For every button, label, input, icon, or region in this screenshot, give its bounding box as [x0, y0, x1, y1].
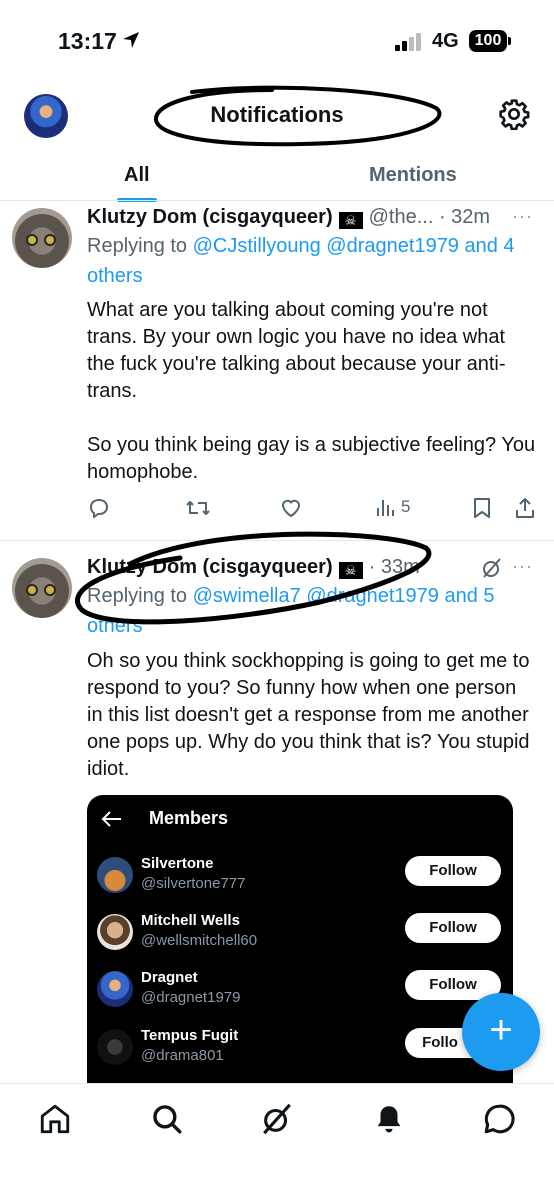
more-options-icon[interactable]: ··· — [512, 206, 533, 227]
views-icon — [377, 500, 394, 516]
member-row: Dragnet @dragnet1979 Follow — [87, 967, 513, 1021]
plus-icon: + — [489, 1008, 513, 1052]
compose-button[interactable]: + — [462, 993, 540, 1071]
status-time: 13:17 — [58, 28, 117, 54]
post-text: What are you talking about coming you're… — [87, 299, 506, 402]
more-options-icon[interactable]: ··· — [512, 556, 533, 577]
signal-icon — [395, 33, 425, 51]
gear-icon[interactable] — [498, 98, 530, 130]
like-icon[interactable] — [279, 496, 303, 520]
share-icon[interactable] — [513, 496, 537, 520]
bookmark-icon[interactable] — [471, 496, 493, 520]
members-title: Members — [149, 808, 229, 828]
back-arrow-icon — [101, 811, 121, 827]
post-actions: 5 — [87, 496, 547, 526]
avatar — [97, 1029, 133, 1065]
member-name: Mitchell Wells — [141, 912, 240, 929]
notification-post[interactable]: Klutzy Dom (cisgayqueer) ☠ @the... · 32m ·… — [0, 200, 554, 540]
home-icon[interactable] — [38, 1102, 72, 1136]
header: Notifications All Mentions — [0, 80, 554, 202]
post-text: Oh so you think sockhopping is going to … — [87, 650, 530, 780]
notification-tabs: All Mentions — [0, 156, 554, 202]
page-title: Notifications — [210, 102, 344, 127]
messages-icon[interactable] — [482, 1102, 516, 1136]
reply-icon[interactable] — [87, 496, 111, 520]
post-text-paragraph-2: So you think being gay is a subjective f… — [87, 434, 536, 483]
reply-context: Replying to @CJstillyoung @dragnet1979 a… — [87, 231, 537, 291]
follow-button: Follow — [405, 913, 501, 943]
member-handle: @drama801 — [141, 1047, 224, 1064]
member-name: Silvertone — [141, 855, 214, 872]
location-arrow-icon — [123, 32, 139, 48]
avatar[interactable] — [12, 558, 72, 618]
post-time: · 32m — [438, 206, 491, 228]
avatar — [97, 914, 133, 950]
avatar — [97, 971, 133, 1007]
member-handle: @dragnet1979 — [141, 989, 241, 1006]
handdrawn-circle-annotation — [75, 531, 432, 625]
author-name[interactable]: Klutzy Dom (cisgayqueer) — [87, 206, 333, 228]
post-author-row: Klutzy Dom (cisgayqueer) ☠ @the... · 32m — [87, 206, 490, 229]
status-bar: 13:17 4G 100 — [0, 0, 554, 80]
grok-icon[interactable] — [260, 1102, 294, 1136]
member-name: Tempus Fugit — [141, 1027, 239, 1044]
member-name: Dragnet — [141, 969, 198, 986]
pirate-flag-icon: ☠ — [338, 212, 363, 229]
avatar[interactable] — [12, 208, 72, 268]
views-stat[interactable]: 5 — [375, 496, 410, 518]
repost-icon[interactable] — [185, 496, 211, 520]
views-count: 5 — [401, 497, 411, 516]
reply-prefix: Replying to — [87, 235, 193, 257]
member-handle: @wellsmitchell60 — [141, 932, 258, 949]
bottom-nav — [0, 1083, 554, 1200]
notifications-icon[interactable] — [372, 1102, 406, 1136]
tab-mentions[interactable]: Mentions — [369, 164, 457, 187]
network-type: 4G — [432, 30, 459, 52]
battery-cap — [508, 37, 511, 45]
member-row: Silvertone @silvertone777 Follow — [87, 853, 513, 907]
grok-icon[interactable] — [480, 556, 504, 580]
battery-icon: 100 — [469, 30, 507, 52]
follow-button: Follow — [405, 856, 501, 886]
author-handle[interactable]: @the... — [369, 206, 434, 228]
member-row: Tempus Fugit @drama801 Follo — [87, 1025, 513, 1079]
member-row: Mitchell Wells @wellsmitchell60 Follow — [87, 910, 513, 964]
search-icon[interactable] — [150, 1102, 184, 1136]
member-handle: @silvertone777 — [141, 875, 246, 892]
members-card-image[interactable]: Members Silvertone @silvertone777 Follow… — [87, 795, 513, 1085]
avatar — [97, 857, 133, 893]
tab-all[interactable]: All — [124, 164, 150, 187]
